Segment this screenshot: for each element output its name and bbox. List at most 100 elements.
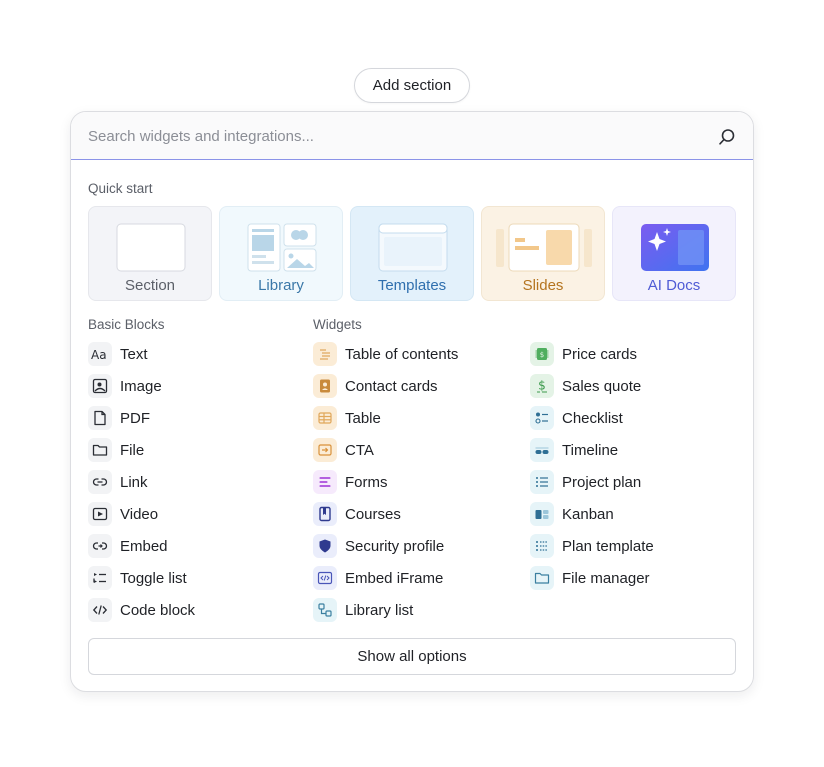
item-label: Code block [120, 601, 196, 619]
item-label: File [120, 441, 145, 459]
widget-item-embed-iframe[interactable]: Embed iFrame [313, 566, 443, 590]
item-label: Toggle list [120, 569, 187, 587]
toggle-list-icon [88, 566, 112, 590]
svg-text:Aa: Aa [91, 348, 107, 361]
slides-thumbnail-icon [496, 223, 592, 272]
svg-text:$: $ [538, 379, 546, 393]
folder-icon [88, 438, 112, 462]
item-label: Table [345, 409, 381, 427]
table-icon [313, 406, 337, 430]
search-input[interactable] [88, 124, 688, 148]
basic-block-item-toggle-list[interactable]: Toggle list [88, 566, 187, 590]
quick-start-section-card[interactable]: Section [88, 206, 212, 301]
forms-icon [313, 470, 337, 494]
image-icon [88, 374, 112, 398]
quick-start-label: Slides [522, 277, 564, 294]
widget-item-plan-template[interactable]: Plan template [530, 534, 654, 558]
item-label: Image [120, 377, 162, 395]
item-label: Kanban [562, 505, 614, 523]
video-icon [88, 502, 112, 526]
widget-item-table[interactable]: Table [313, 406, 381, 430]
item-label: Embed iFrame [345, 569, 444, 587]
quick-start-label: Library [258, 277, 304, 294]
shield-icon [313, 534, 337, 558]
show-all-options-button[interactable]: Show all options [88, 638, 736, 675]
item-label: Checklist [562, 409, 623, 427]
courses-icon [313, 502, 337, 526]
widget-item-price-cards[interactable]: $ Price cards [530, 342, 637, 366]
widget-item-sales-quote[interactable]: $ Sales quote [530, 374, 641, 398]
item-label: Courses [345, 505, 401, 523]
basic-block-item-pdf[interactable]: PDF [88, 406, 150, 430]
widget-item-file-manager[interactable]: File manager [530, 566, 650, 590]
project-plan-icon [530, 470, 554, 494]
library-list-icon [313, 598, 337, 622]
plan-template-icon [530, 534, 554, 558]
widget-item-cta[interactable]: CTA [313, 438, 374, 462]
basic-block-item-embed[interactable]: Embed [88, 534, 168, 558]
widget-item-library-list[interactable]: Library list [313, 598, 413, 622]
basic-block-item-image[interactable]: Image [88, 374, 162, 398]
widget-item-security-profile[interactable]: Security profile [313, 534, 444, 558]
ai-docs-thumbnail-icon [641, 224, 709, 271]
basic-block-item-text[interactable]: Aa Text [88, 342, 148, 366]
item-label: CTA [345, 441, 374, 459]
item-label: Project plan [562, 473, 642, 491]
item-label: Sales quote [562, 377, 642, 395]
item-label: Timeline [562, 441, 619, 459]
widget-item-timeline[interactable]: Timeline [530, 438, 618, 462]
item-label: PDF [120, 409, 150, 427]
quick-start-slides-card[interactable]: Slides [481, 206, 605, 301]
link-icon [88, 470, 112, 494]
item-label: Library list [345, 601, 414, 619]
item-label: Embed [120, 537, 168, 555]
embed-icon [88, 534, 112, 558]
price-card-icon: $ [530, 342, 554, 366]
code-icon [88, 598, 112, 622]
item-label: Table of contents [345, 345, 459, 363]
item-label: Text [120, 345, 148, 363]
kanban-icon [530, 502, 554, 526]
timeline-icon [530, 438, 554, 462]
quick-start-label: AI Docs [647, 277, 701, 294]
widget-item-forms[interactable]: Forms [313, 470, 388, 494]
pdf-file-icon [88, 406, 112, 430]
widget-item-contact-cards[interactable]: Contact cards [313, 374, 438, 398]
item-label: Plan template [562, 537, 654, 555]
quick-start-label: Section [124, 277, 176, 294]
file-manager-icon [530, 566, 554, 590]
widgets-heading: Widgets [313, 317, 362, 332]
search-icon[interactable] [718, 128, 736, 146]
widget-item-kanban[interactable]: Kanban [530, 502, 614, 526]
item-label: Price cards [562, 345, 638, 363]
cta-icon [313, 438, 337, 462]
contact-card-icon [313, 374, 337, 398]
quick-start-heading: Quick start [88, 181, 153, 196]
templates-thumbnail-icon [378, 223, 448, 272]
add-section-button[interactable]: Add section [354, 68, 470, 103]
item-label: Contact cards [345, 377, 438, 395]
basic-block-item-file[interactable]: File [88, 438, 144, 462]
quick-start-ai-docs-card[interactable]: AI Docs [612, 206, 736, 301]
basic-block-item-link[interactable]: Link [88, 470, 148, 494]
quick-start-templates-card[interactable]: Templates [350, 206, 474, 301]
quick-start-library-card[interactable]: Library [219, 206, 343, 301]
library-thumbnail-icon [247, 223, 317, 272]
item-label: Video [120, 505, 159, 523]
item-label: File manager [562, 569, 650, 587]
widget-item-courses[interactable]: Courses [313, 502, 401, 526]
widget-item-table-of-contents[interactable]: Table of contents [313, 342, 458, 366]
quick-start-label: Templates [377, 277, 447, 294]
dollar-icon: $ [530, 374, 554, 398]
basic-block-item-video[interactable]: Video [88, 502, 158, 526]
checklist-icon [530, 406, 554, 430]
widget-item-checklist[interactable]: Checklist [530, 406, 623, 430]
section-thumbnail-icon [116, 223, 186, 272]
svg-text:$: $ [540, 351, 544, 359]
item-label: Forms [345, 473, 388, 491]
basic-blocks-heading: Basic Blocks [88, 317, 165, 332]
widget-item-project-plan[interactable]: Project plan [530, 470, 641, 494]
item-label: Security profile [345, 537, 445, 555]
table-of-contents-icon [313, 342, 337, 366]
basic-block-item-code-block[interactable]: Code block [88, 598, 195, 622]
